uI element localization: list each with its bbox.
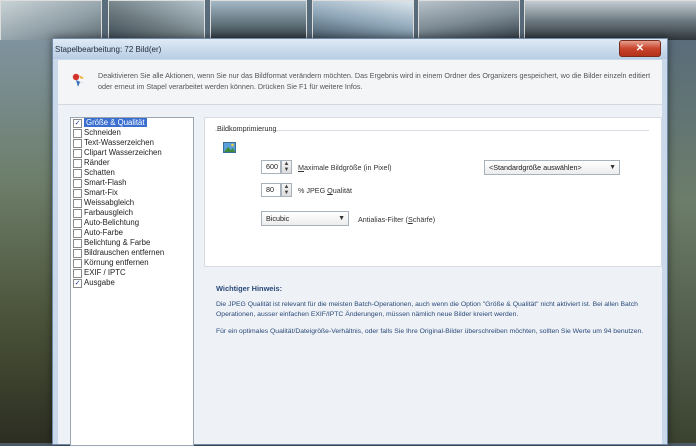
action-label: Clipart Wasserzeichen bbox=[84, 148, 162, 157]
action-checkbox[interactable] bbox=[73, 239, 82, 248]
background-photo-thumbnail bbox=[210, 0, 307, 42]
quality-input[interactable]: 80 bbox=[261, 183, 281, 197]
info-bar: Deaktivieren Sie alle Aktionen, wenn Sie… bbox=[58, 60, 662, 105]
action-checkbox[interactable]: ✓ bbox=[73, 119, 82, 128]
chevron-down-icon: ▼ bbox=[338, 215, 345, 222]
action-checkbox[interactable] bbox=[73, 199, 82, 208]
action-item[interactable]: EXIF / IPTC bbox=[71, 268, 193, 278]
action-label: Schneiden bbox=[84, 128, 121, 137]
action-item[interactable]: Schneiden bbox=[71, 128, 193, 138]
batch-dialog: Stapelbearbeitung: 72 Bild(er) ✕ Deaktiv… bbox=[52, 38, 668, 446]
action-checkbox[interactable] bbox=[73, 149, 82, 158]
action-checkbox[interactable] bbox=[73, 169, 82, 178]
chevron-down-icon: ▼ bbox=[609, 164, 616, 171]
action-label: Auto-Farbe bbox=[84, 228, 124, 237]
quality-label: % JPEG Qualität bbox=[298, 186, 352, 195]
action-checkbox[interactable] bbox=[73, 229, 82, 238]
dialog-body: Deaktivieren Sie alle Aktionen, wenn Sie… bbox=[58, 60, 662, 446]
size-preset-dropdown[interactable]: <Standardgröße auswählen> ▼ bbox=[484, 160, 620, 175]
info-text: Deaktivieren Sie alle Aktionen, wenn Sie… bbox=[98, 71, 651, 91]
quality-stepper[interactable]: ▲ ▼ bbox=[281, 183, 292, 197]
background-photo-left bbox=[0, 40, 55, 443]
picture-icon bbox=[223, 142, 236, 153]
background-photo-right bbox=[664, 40, 696, 443]
window-title: Stapelbearbeitung: 72 Bild(er) bbox=[55, 45, 162, 54]
action-label: Schatten bbox=[84, 168, 115, 177]
action-item[interactable]: Clipart Wasserzeichen bbox=[71, 148, 193, 158]
action-checkbox[interactable] bbox=[73, 159, 82, 168]
close-icon: ✕ bbox=[635, 43, 645, 54]
action-checkbox[interactable] bbox=[73, 179, 82, 188]
info-arrow-icon bbox=[72, 73, 85, 87]
action-item[interactable]: Auto-Farbe bbox=[71, 228, 193, 238]
action-item[interactable]: Auto-Belichtung bbox=[71, 218, 193, 228]
background-photo-thumbnail bbox=[312, 0, 414, 42]
action-label: Farbausgleich bbox=[84, 208, 133, 217]
background-photo-thumbnail bbox=[0, 0, 102, 42]
action-item[interactable]: Text-Wasserzeichen bbox=[71, 138, 193, 148]
action-label: Bildrauschen entfernen bbox=[84, 248, 165, 257]
max-size-stepper[interactable]: ▲ ▼ bbox=[281, 160, 292, 174]
background-photo-thumbnail bbox=[418, 0, 520, 42]
action-item[interactable]: Belichtung & Farbe bbox=[71, 238, 193, 248]
action-item[interactable]: Farbausgleich bbox=[71, 208, 193, 218]
action-list[interactable]: ✓ Größe & Qualität Schneiden Text-Wasserzei… bbox=[70, 117, 194, 446]
close-button[interactable]: ✕ bbox=[619, 40, 661, 57]
action-label: Belichtung & Farbe bbox=[84, 238, 151, 247]
max-size-label: Maximale Bildgröße (in Pixel) bbox=[298, 163, 392, 172]
action-checkbox[interactable]: ✓ bbox=[73, 279, 82, 288]
action-item[interactable]: Schatten bbox=[71, 168, 193, 178]
action-item[interactable]: Smart-Fix bbox=[71, 188, 193, 198]
action-item[interactable]: Ränder bbox=[71, 158, 193, 168]
action-label: Smart-Fix bbox=[84, 188, 118, 197]
action-checkbox[interactable] bbox=[73, 189, 82, 198]
action-checkbox[interactable] bbox=[73, 269, 82, 278]
action-label: Weissabgleich bbox=[84, 198, 135, 207]
notes-heading: Wichtiger Hinweis: bbox=[216, 284, 283, 293]
action-label: Text-Wasserzeichen bbox=[84, 138, 154, 147]
action-checkbox[interactable] bbox=[73, 209, 82, 218]
action-item[interactable]: ✓ Ausgabe bbox=[71, 278, 193, 288]
action-label: Ausgabe bbox=[84, 278, 115, 287]
action-item[interactable]: ✓ Größe & Qualität bbox=[71, 118, 193, 128]
settings-panel: Bildkomprimierung 600 ▲ ▼ Maximale Bildgr… bbox=[204, 117, 662, 267]
action-label: EXIF / IPTC bbox=[84, 268, 126, 277]
notes-paragraph: Für ein optimales Qualität/Dateigröße-Ve… bbox=[216, 328, 644, 335]
background-photo-thumbnail bbox=[108, 0, 205, 42]
action-item[interactable]: Smart-Flash bbox=[71, 178, 193, 188]
action-label: Auto-Belichtung bbox=[84, 218, 140, 227]
filter-label: Antialias-Filter (Schärfe) bbox=[358, 215, 436, 224]
filter-dropdown[interactable]: Bicubic ▼ bbox=[261, 211, 349, 226]
background-photo-thumbnail bbox=[524, 0, 696, 42]
action-label: Größe & Qualität bbox=[84, 118, 147, 127]
notes-section: Wichtiger Hinweis: Die JPEG Qualität ist… bbox=[216, 284, 656, 344]
action-checkbox[interactable] bbox=[73, 249, 82, 258]
action-item[interactable]: Körnung entfernen bbox=[71, 258, 193, 268]
action-label: Smart-Flash bbox=[84, 178, 127, 187]
action-checkbox[interactable] bbox=[73, 259, 82, 268]
action-item[interactable]: Weissabgleich bbox=[71, 198, 193, 208]
action-label: Ränder bbox=[84, 158, 110, 167]
action-label: Körnung entfernen bbox=[84, 258, 149, 267]
action-checkbox[interactable] bbox=[73, 219, 82, 228]
title-bar[interactable]: Stapelbearbeitung: 72 Bild(er) ✕ bbox=[53, 39, 667, 59]
group-title: Bildkomprimierung bbox=[217, 124, 277, 133]
max-size-input[interactable]: 600 bbox=[261, 160, 281, 174]
action-checkbox[interactable] bbox=[73, 139, 82, 148]
action-checkbox[interactable] bbox=[73, 129, 82, 138]
notes-paragraph: Die JPEG Qualität ist relevant für die m… bbox=[216, 301, 638, 318]
action-item[interactable]: Bildrauschen entfernen bbox=[71, 248, 193, 258]
